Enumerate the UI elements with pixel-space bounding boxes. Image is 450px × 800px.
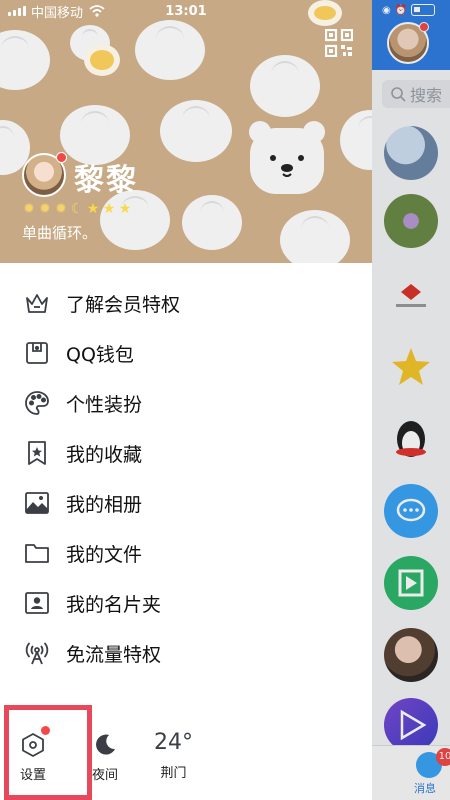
menu-item-label: QQ钱包 bbox=[66, 343, 134, 366]
star-icon: ★ bbox=[102, 201, 116, 217]
carrier-name: 中国移动 bbox=[31, 5, 84, 21]
night-mode-label: 夜间 bbox=[92, 768, 119, 783]
bun-pattern bbox=[250, 55, 320, 117]
star-icon: ★ bbox=[86, 201, 100, 217]
profile-header[interactable]: 中国移动 13:01 黎黎 ✹ ✹ ✹ ☾ ★ ★ ★ 单曲循环。 bbox=[0, 0, 372, 263]
status-bar: 中国移动 13:01 bbox=[0, 0, 372, 22]
crown-icon bbox=[26, 294, 48, 313]
menu-item-qq-wallet[interactable]: QQ钱包 bbox=[0, 328, 372, 378]
egg-pattern bbox=[84, 44, 120, 76]
drawer-menu: 了解会员特权 QQ钱包 个性装扮 我的收藏 我的相册 我的文件 我的名片夹 免流… bbox=[0, 278, 372, 678]
bookmark-star-icon bbox=[28, 441, 46, 465]
palette-icon bbox=[25, 391, 49, 415]
bear-icon bbox=[249, 121, 325, 194]
menu-item-free-data[interactable]: 免流量特权 bbox=[0, 628, 372, 678]
image-icon bbox=[25, 492, 49, 514]
bun-pattern bbox=[160, 100, 232, 162]
bun-pattern bbox=[280, 210, 350, 263]
contact-card-icon bbox=[25, 592, 49, 614]
profile-avatar[interactable] bbox=[22, 152, 67, 197]
signal-icon bbox=[8, 6, 26, 16]
weather-city: 荆门 bbox=[160, 766, 187, 781]
moon-icon: ☾ bbox=[70, 201, 84, 217]
menu-item-files[interactable]: 我的文件 bbox=[0, 528, 372, 578]
menu-item-label: 我的相册 bbox=[66, 493, 143, 516]
menu-item-label: 免流量特权 bbox=[66, 643, 162, 666]
menu-item-label: 我的名片夹 bbox=[66, 593, 162, 616]
menu-item-albums[interactable]: 我的相册 bbox=[0, 478, 372, 528]
profile-signature[interactable]: 单曲循环。 bbox=[22, 222, 97, 243]
menu-item-vip-privileges[interactable]: 了解会员特权 bbox=[0, 278, 372, 328]
status-time: 13:01 bbox=[165, 3, 207, 19]
sun-icon: ✹ bbox=[39, 201, 51, 217]
wallet-icon bbox=[26, 342, 48, 364]
bun-pattern bbox=[135, 20, 205, 80]
folder-icon bbox=[25, 544, 49, 563]
bun-pattern bbox=[340, 110, 372, 170]
sun-icon: ✹ bbox=[23, 201, 35, 217]
menu-item-business-cards[interactable]: 我的名片夹 bbox=[0, 578, 372, 628]
moon-icon bbox=[96, 734, 115, 755]
menu-item-label: 我的文件 bbox=[66, 543, 143, 566]
bun-pattern bbox=[0, 30, 50, 90]
bun-pattern bbox=[100, 190, 170, 250]
star-icon: ★ bbox=[118, 201, 132, 217]
qq-level-icons[interactable]: ✹ ✹ ✹ ☾ ★ ★ ★ bbox=[22, 201, 132, 217]
dim-overlay bbox=[372, 0, 450, 800]
menu-item-label: 个性装扮 bbox=[66, 393, 143, 416]
menu-item-label: 我的收藏 bbox=[66, 443, 143, 466]
weather-widget[interactable]: 24° 荆门 bbox=[154, 730, 193, 781]
wifi-icon bbox=[89, 5, 105, 17]
night-mode-button[interactable]: 夜间 bbox=[92, 732, 118, 783]
weather-temperature: 24° bbox=[154, 730, 193, 755]
qr-code-icon[interactable] bbox=[325, 29, 353, 57]
bun-pattern bbox=[182, 195, 242, 250]
sun-icon: ✹ bbox=[55, 201, 67, 217]
menu-item-personalize[interactable]: 个性装扮 bbox=[0, 378, 372, 428]
settings-highlight-box bbox=[4, 705, 92, 800]
side-drawer: 中国移动 13:01 黎黎 ✹ ✹ ✹ ☾ ★ ★ ★ 单曲循环。 了解会员特权… bbox=[0, 0, 372, 800]
menu-item-favorites[interactable]: 我的收藏 bbox=[0, 428, 372, 478]
menu-item-label: 了解会员特权 bbox=[66, 293, 181, 316]
broadcast-tower-icon bbox=[25, 642, 49, 665]
profile-nickname[interactable]: 黎黎 bbox=[74, 155, 138, 199]
notification-dot bbox=[56, 152, 67, 163]
main-screen-peek[interactable]: ◉ ⏰ 搜索 10 消息 bbox=[372, 0, 450, 800]
